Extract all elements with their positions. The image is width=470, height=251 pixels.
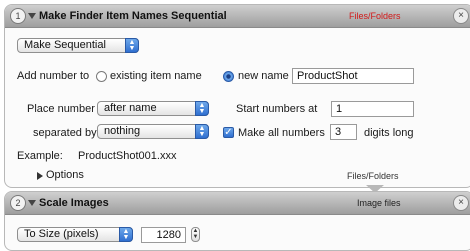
action-titlebar[interactable]: 1 Make Finder Item Names Sequential File… [5, 5, 470, 28]
existing-item-name-radio[interactable] [96, 71, 107, 82]
action-make-sequential: 1 Make Finder Item Names Sequential File… [4, 4, 470, 188]
size-stepper[interactable]: ▲ ▼ [191, 227, 200, 242]
digits-long-label: digits long [364, 127, 414, 139]
close-icon[interactable]: × [453, 195, 469, 211]
popup-arrows-icon: ▲ ▼ [195, 101, 209, 116]
new-name-radio[interactable] [223, 71, 234, 82]
action-title: Make Finder Item Names Sequential [39, 10, 227, 22]
example-label: Example: [17, 150, 63, 162]
make-all-numbers-label: Make all numbers [238, 127, 325, 139]
example-value: ProductShot001.xxx [78, 150, 177, 162]
existing-item-name-label: existing item name [110, 70, 202, 82]
footer-category: Files/Folders [347, 171, 399, 181]
popup-arrows-icon: ▲ ▼ [119, 227, 133, 242]
action-category: Image files [357, 198, 401, 208]
add-number-to-label: Add number to [17, 70, 90, 82]
action-scale-images: 2 Scale Images Image files × To Size (pi… [4, 191, 470, 251]
start-numbers-field[interactable]: 1 [331, 101, 414, 117]
options-disclosure-icon[interactable] [37, 172, 43, 180]
mode-popup[interactable]: Make Sequential ▲ ▼ [17, 38, 139, 53]
step-number-badge: 2 [10, 195, 26, 211]
scale-mode-popup[interactable]: To Size (pixels) ▲ ▼ [17, 227, 133, 242]
action-titlebar[interactable]: 2 Scale Images Image files × [5, 192, 470, 215]
size-field[interactable]: 1280 [141, 227, 186, 243]
separated-by-label: separated by [33, 127, 97, 139]
popup-arrows-icon: ▲ ▼ [195, 124, 209, 139]
place-number-label: Place number [27, 103, 95, 115]
start-numbers-label: Start numbers at [236, 103, 318, 115]
new-name-field[interactable]: ProductShot [292, 68, 414, 84]
separated-by-value: nothing [104, 125, 141, 137]
popup-arrows-icon: ▲ ▼ [125, 38, 139, 53]
disclosure-triangle-icon[interactable] [28, 13, 36, 19]
place-number-value: after name [104, 102, 157, 114]
digits-field[interactable]: 3 [330, 124, 357, 140]
scale-mode-value: To Size (pixels) [24, 228, 99, 240]
place-number-popup[interactable]: after name ▲ ▼ [97, 101, 209, 116]
action-title: Scale Images [39, 197, 109, 209]
new-name-label: new name [238, 70, 289, 82]
close-icon[interactable]: × [453, 8, 469, 24]
action-category: Files/Folders [349, 11, 401, 21]
make-all-numbers-checkbox[interactable]: ✓ [223, 127, 234, 138]
step-number-badge: 1 [10, 8, 26, 24]
options-label[interactable]: Options [46, 169, 84, 181]
mode-popup-value: Make Sequential [24, 39, 106, 51]
separated-by-popup[interactable]: nothing ▲ ▼ [97, 124, 209, 139]
disclosure-triangle-icon[interactable] [28, 200, 36, 206]
